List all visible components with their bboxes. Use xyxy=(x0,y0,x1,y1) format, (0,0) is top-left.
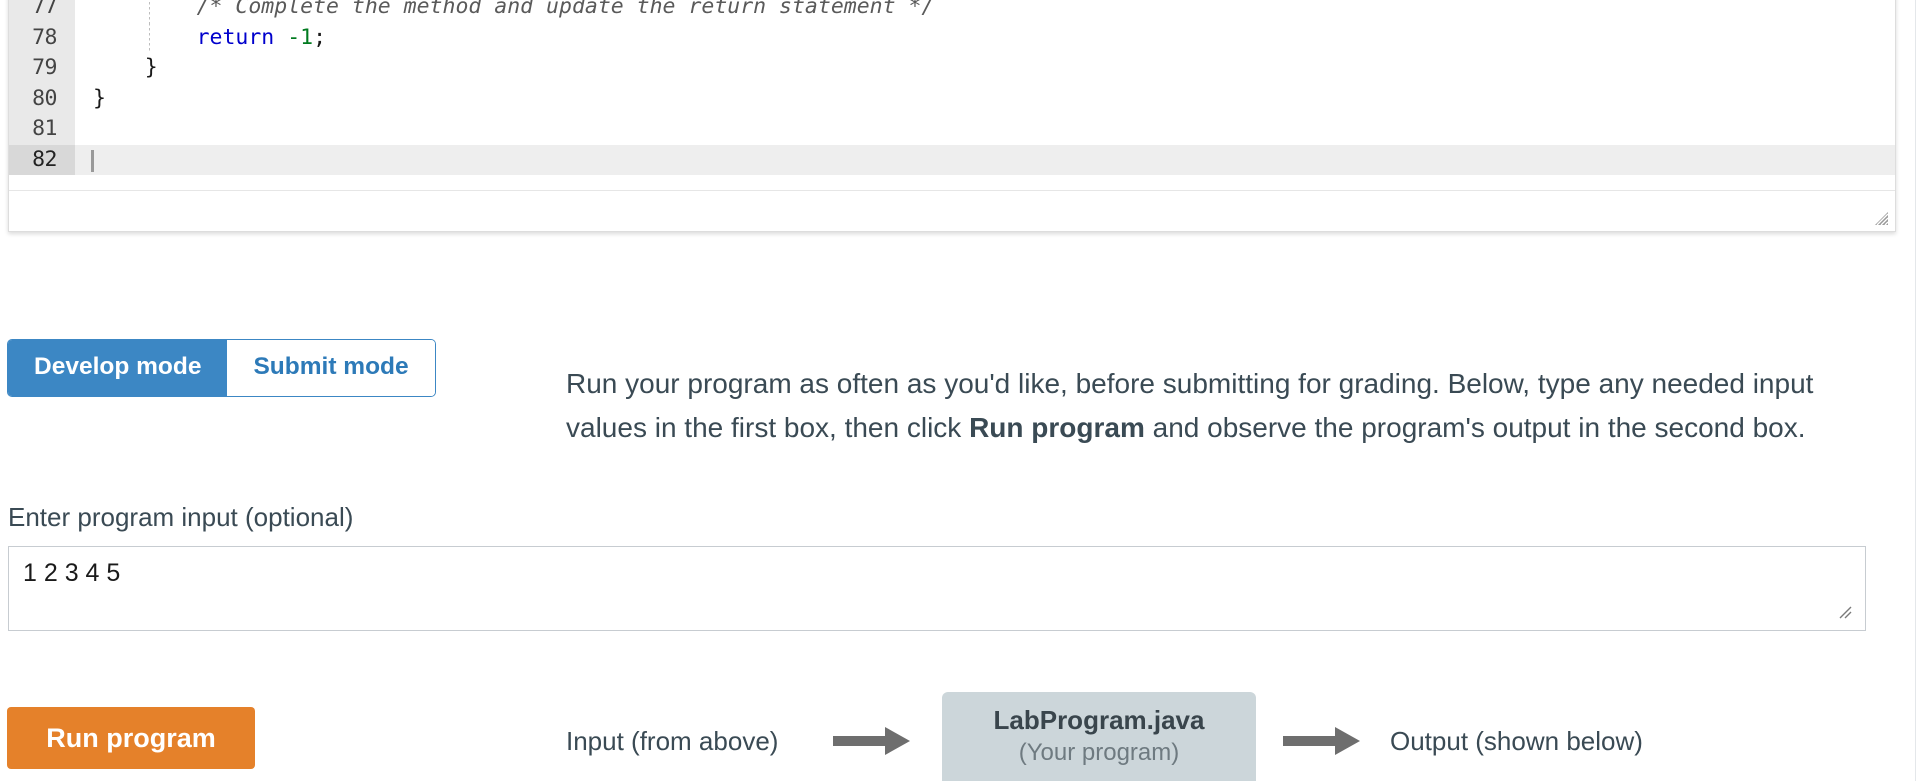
code-lines-container[interactable]: 77 /* Complete the method and update the… xyxy=(9,0,1895,175)
flow-arrow-right-icon-1 xyxy=(833,727,910,755)
code-line[interactable]: 79 } xyxy=(9,53,1895,84)
code-line-text: /* Complete the method and update the re… xyxy=(93,0,935,23)
line-number: 82 xyxy=(9,144,75,175)
code-line[interactable]: 81 xyxy=(9,114,1895,145)
flow-arrow-right-icon-2 xyxy=(1283,727,1360,755)
line-number: 77 xyxy=(9,0,75,23)
code-token-plain: ; xyxy=(313,24,327,50)
code-token-number: -1 xyxy=(287,24,314,50)
program-box: LabProgram.java (Your program) xyxy=(942,692,1256,781)
line-number: 80 xyxy=(9,83,75,114)
program-input-textarea[interactable] xyxy=(8,546,1866,631)
code-editor-scroll-area[interactable]: 77 /* Complete the method and update the… xyxy=(9,0,1895,190)
program-file-name: LabProgram.java xyxy=(993,705,1205,735)
develop-mode-button[interactable]: Develop mode xyxy=(8,340,228,396)
submit-mode-button[interactable]: Submit mode xyxy=(227,340,435,396)
page-container: 77 /* Complete the method and update the… xyxy=(0,0,1916,781)
line-number: 81 xyxy=(9,114,75,145)
instructions-part-2: and observe the program's output in the … xyxy=(1144,412,1806,443)
code-line[interactable]: 77 /* Complete the method and update the… xyxy=(9,0,1895,23)
code-line-text: } xyxy=(93,84,106,115)
flow-output-label: Output (shown below) xyxy=(1390,726,1643,756)
line-number: 78 xyxy=(9,22,75,53)
line-number: 79 xyxy=(9,53,75,84)
editor-resize-grip-icon[interactable] xyxy=(1874,211,1889,226)
code-token-keyword: return xyxy=(196,24,275,50)
code-editor-footer xyxy=(9,190,1895,231)
instructions-bold-run-program: Run program xyxy=(969,412,1145,443)
page-right-margin xyxy=(1917,0,1927,781)
code-token-plain: } xyxy=(93,55,158,80)
code-editor-panel[interactable]: 77 /* Complete the method and update the… xyxy=(8,0,1896,232)
code-line[interactable]: 78 return -1; xyxy=(9,22,1895,54)
mode-toggle-group[interactable]: Develop mode Submit mode xyxy=(7,339,436,397)
code-token-comment: /* Complete the method and update the re… xyxy=(196,0,935,19)
program-box-subtitle: (Your program) xyxy=(1018,739,1180,766)
code-line-text: return -1; xyxy=(93,23,326,54)
run-program-button[interactable]: Run program xyxy=(7,707,255,769)
flow-input-label: Input (from above) xyxy=(566,726,779,756)
code-line[interactable]: 80} xyxy=(9,83,1895,115)
code-line-text: } xyxy=(93,53,158,84)
text-cursor xyxy=(91,149,94,172)
instructions-text: Run your program as often as you'd like,… xyxy=(566,362,1884,450)
program-input-label: Enter program input (optional) xyxy=(8,502,354,532)
code-token-plain: } xyxy=(93,85,106,111)
code-line[interactable]: 82 xyxy=(9,144,1895,175)
